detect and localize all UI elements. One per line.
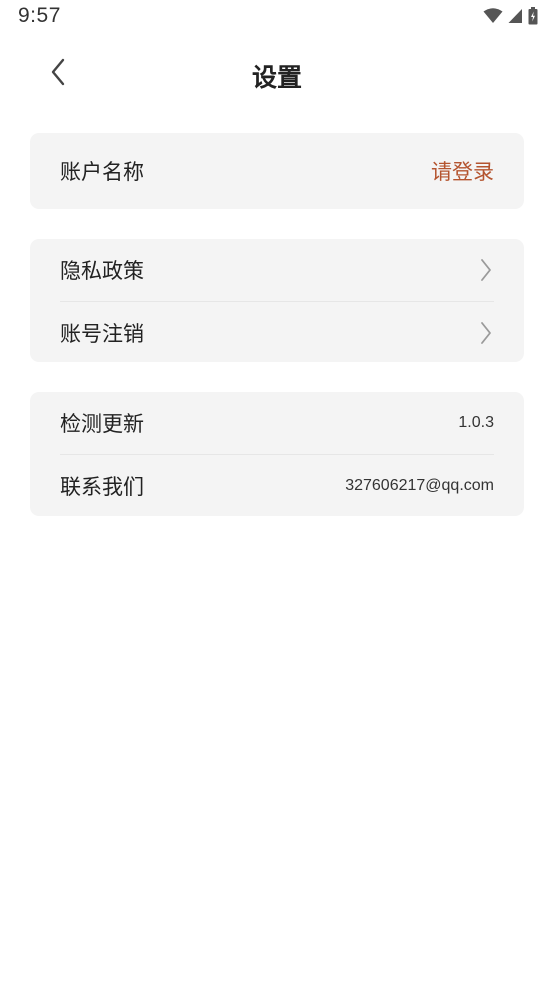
account-name-label: 账户名称 [60, 160, 144, 184]
chevron-right-icon [478, 319, 494, 347]
wifi-icon [483, 8, 503, 24]
battery-icon [528, 7, 538, 25]
status-bar: 9:57 [0, 0, 554, 34]
settings-screen: 9:57 设置 账户名称 请登录 隐私政策 账号注销 检测更新 1.0.3 联系… [0, 0, 554, 984]
contact-us-row[interactable]: 联系我们 327606217@qq.com [60, 454, 494, 516]
signal-icon [508, 8, 523, 24]
header: 设置 [0, 48, 554, 100]
account-cancel-row[interactable]: 账号注销 [60, 301, 494, 362]
check-update-label: 检测更新 [60, 412, 144, 436]
contact-us-label: 联系我们 [60, 474, 144, 499]
policy-card: 隐私政策 账号注销 [30, 239, 524, 362]
chevron-right-icon [478, 256, 494, 284]
about-card: 检测更新 1.0.3 联系我们 327606217@qq.com [30, 392, 524, 516]
privacy-policy-row[interactable]: 隐私政策 [60, 239, 494, 301]
version-value: 1.0.3 [458, 414, 494, 431]
check-update-row[interactable]: 检测更新 1.0.3 [60, 392, 494, 454]
contact-email-value: 327606217@qq.com [345, 476, 494, 494]
status-icons [483, 7, 538, 25]
login-link[interactable]: 请登录 [431, 156, 494, 186]
account-cancel-label: 账号注销 [60, 321, 144, 346]
page-title: 设置 [251, 63, 302, 92]
account-card: 账户名称 请登录 [30, 133, 524, 209]
status-time: 9:57 [18, 4, 61, 27]
privacy-policy-label: 隐私政策 [60, 259, 144, 283]
account-row[interactable]: 账户名称 请登录 [60, 133, 494, 209]
